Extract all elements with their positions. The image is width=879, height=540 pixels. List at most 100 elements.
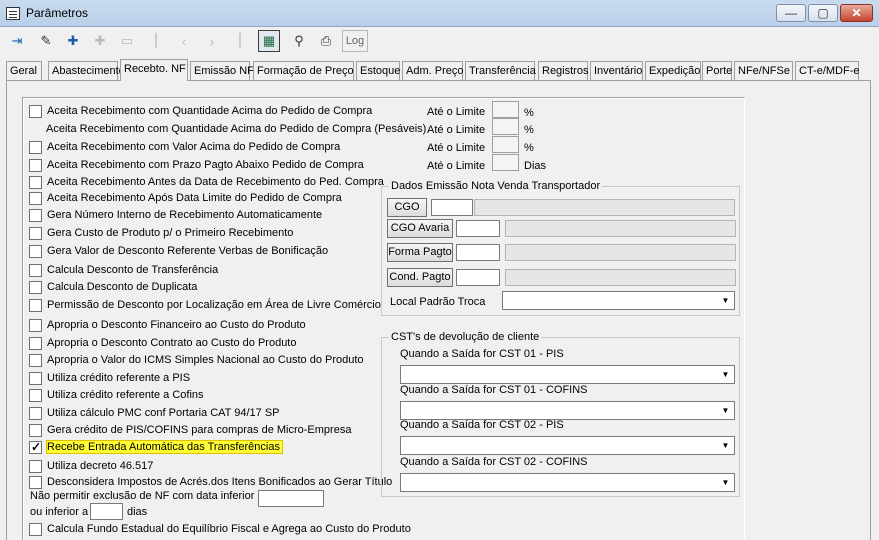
limit-input[interactable] [492,136,519,153]
checkbox[interactable] [29,475,42,489]
tab-12[interactable]: NFe/NFSe [734,61,793,80]
checkbox[interactable] [29,104,42,118]
option-row[interactable]: Apropria o Desconto Financeiro ao Custo … [29,317,306,333]
tab-8[interactable]: Registros [538,61,588,80]
checkbox[interactable] [29,388,42,402]
forma-pagto-button[interactable]: Forma Pagto [387,243,453,262]
option-row[interactable]: Gera Número Interno de Recebimento Autom… [29,207,322,223]
tab-2[interactable]: Recebto. NF [120,59,188,81]
checkbox[interactable] [29,226,42,240]
checkbox[interactable] [29,298,42,312]
option-row[interactable]: Calcula Desconto de Duplicata [29,279,197,295]
tab-5[interactable]: Estoque [356,61,400,80]
option-row[interactable]: Apropria o Valor do ICMS Simples Naciona… [29,352,364,368]
forma-pagto-input[interactable] [456,244,500,261]
cst-field-select[interactable]: ▼ [400,365,735,384]
option-label: Permissão de Desconto por Localização em… [47,299,381,311]
option-row[interactable]: Recebe Entrada Automática das Transferên… [29,439,283,455]
tab-13[interactable]: CT-e/MDF-e [795,61,860,80]
option-row[interactable]: Apropria o Desconto Contrato ao Custo do… [29,335,296,351]
checkbox[interactable] [29,244,42,258]
option-row[interactable]: Utiliza crédito referente a Cofins [29,387,204,403]
cgo-description [474,199,735,216]
limit-input[interactable] [492,154,519,171]
option-label: Gera Valor de Desconto Referente Verbas … [47,245,329,257]
option-row[interactable]: Aceita Recebimento com Valor Acima do Pe… [29,139,340,155]
checkbox[interactable] [29,280,42,294]
print-icon[interactable]: ⎙ [315,30,337,52]
tab-11[interactable]: Porte [702,61,732,80]
cgo-input[interactable] [431,199,473,216]
option-label: Calcula Desconto de Duplicata [47,281,198,293]
log-button[interactable]: Log [342,30,368,52]
option-row[interactable]: Gera Valor de Desconto Referente Verbas … [29,243,328,259]
cst-field-select[interactable]: ▼ [400,473,735,492]
option-row[interactable]: Utiliza crédito referente a PIS [29,370,190,386]
tab-3[interactable]: Emissão NF [190,61,254,80]
checkbox[interactable] [29,459,42,473]
tab-10[interactable]: Expedição [645,61,701,80]
checkbox[interactable] [29,371,42,385]
maximize-button[interactable]: ▢ [808,4,838,22]
option-row[interactable]: Calcula Desconto de Transferência [29,262,218,278]
last-icon[interactable]: ⎮ [229,30,251,52]
local-padrao-troca-select[interactable]: ▼ [502,291,735,310]
option-row[interactable]: Permissão de Desconto por Localização em… [29,297,381,313]
transport-group-title: Dados Emissão Nota Venda Transportador [389,180,603,192]
minimize-button[interactable]: — [776,4,806,22]
checkbox[interactable] [29,208,42,222]
option-row[interactable]: Aceita Recebimento com Quantidade Acima … [46,121,426,137]
cgo-button[interactable]: CGO [387,198,427,217]
option-row[interactable]: Desconsidera Impostos de Acrés.dos Itens… [29,474,392,490]
checkbox[interactable] [29,158,42,172]
option-row[interactable]: Aceita Recebimento Antes da Data de Rece… [29,174,384,190]
checkbox[interactable] [29,406,42,420]
option-row[interactable]: Gera Custo de Produto p/ o Primeiro Rece… [29,225,293,241]
option-row[interactable]: Utiliza decreto 46.517 [29,458,153,474]
chevron-down-icon: ▼ [721,296,730,305]
tab-4[interactable]: Formação de Preço [253,61,354,80]
checkbox[interactable] [29,191,42,205]
add-sub-icon[interactable]: ✚ [89,30,111,52]
cst-field-select[interactable]: ▼ [400,401,735,420]
cgo-avaria-input[interactable] [456,220,500,237]
search-icon[interactable]: ⚲ [288,30,310,52]
prev-icon[interactable]: ‹ [173,30,195,52]
tab-6[interactable]: Adm. Preço [402,61,463,80]
checkbox[interactable] [29,336,42,350]
option-row[interactable]: Gera crédito de PIS/COFINS para compras … [29,422,351,438]
option-row[interactable]: Aceita Recebimento com Quantidade Acima … [29,103,372,119]
nf-exclusion-days-input[interactable] [90,503,123,520]
checkbox[interactable] [29,140,42,154]
checkbox[interactable] [29,175,42,189]
checkbox[interactable] [29,423,42,437]
option-fundo-estadual[interactable]: Calcula Fundo Estadual do Equilíbrio Fis… [29,521,411,537]
tab-7[interactable]: Transferência [465,61,536,80]
cgo-avaria-button[interactable]: CGO Avaria [387,219,453,238]
limit-input[interactable] [492,118,519,135]
option-row[interactable]: Aceita Recebimento Após Data Limite do P… [29,190,342,206]
option-row[interactable]: Aceita Recebimento com Prazo Pagto Abaix… [29,157,364,173]
checkbox[interactable] [29,522,42,536]
tab-9[interactable]: Inventário [590,61,643,80]
first-icon[interactable]: ⎮ [145,30,167,52]
exit-icon[interactable]: ⇥ [6,30,28,52]
tab-1[interactable]: Abastecimento [48,61,125,80]
cond-pagto-button[interactable]: Cond. Pagto [387,268,453,287]
grid-icon[interactable]: ▦ [258,30,280,52]
remove-icon[interactable]: ▭ [116,30,138,52]
next-icon[interactable]: › [201,30,223,52]
cond-pagto-input[interactable] [456,269,500,286]
cst-field-select[interactable]: ▼ [400,436,735,455]
option-row[interactable]: Utiliza cálculo PMC conf Portaria CAT 94… [29,405,280,421]
nf-exclusion-date-input[interactable] [258,490,324,507]
edit-icon[interactable]: ✎ [35,30,57,52]
checkbox[interactable] [29,263,42,277]
checkbox[interactable] [29,318,42,332]
checkbox[interactable] [29,440,42,454]
add-icon[interactable]: ✚ [62,30,84,52]
tab-0[interactable]: Geral [6,61,42,80]
close-button[interactable]: ✕ [840,4,873,22]
limit-input[interactable] [492,101,519,118]
checkbox[interactable] [29,353,42,367]
